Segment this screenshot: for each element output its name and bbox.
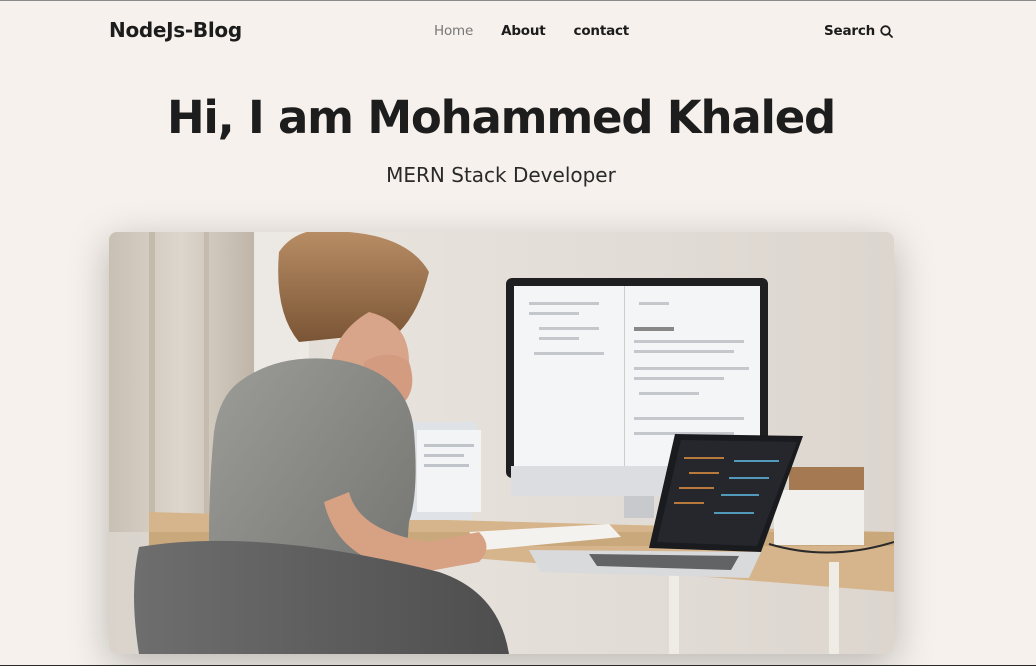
hero-image [109, 232, 894, 654]
nav-contact-link[interactable]: contact [574, 23, 630, 39]
search-icon [880, 24, 893, 38]
search-label: Search [824, 23, 876, 39]
search-button[interactable]: Search [824, 23, 893, 39]
developer-at-desk-illustration [109, 232, 894, 654]
nav-about-link[interactable]: About [501, 23, 546, 39]
main-nav: Home About contact [434, 23, 657, 39]
page: NodeJs-Blog Home About contact Search Hi… [0, 1, 1036, 666]
nav-home-link[interactable]: Home [434, 23, 473, 39]
hero-subtitle: MERN Stack Developer [386, 163, 616, 187]
site-logo[interactable]: NodeJs-Blog [109, 18, 242, 42]
hero-title: Hi, I am Mohammed Khaled [166, 91, 836, 144]
